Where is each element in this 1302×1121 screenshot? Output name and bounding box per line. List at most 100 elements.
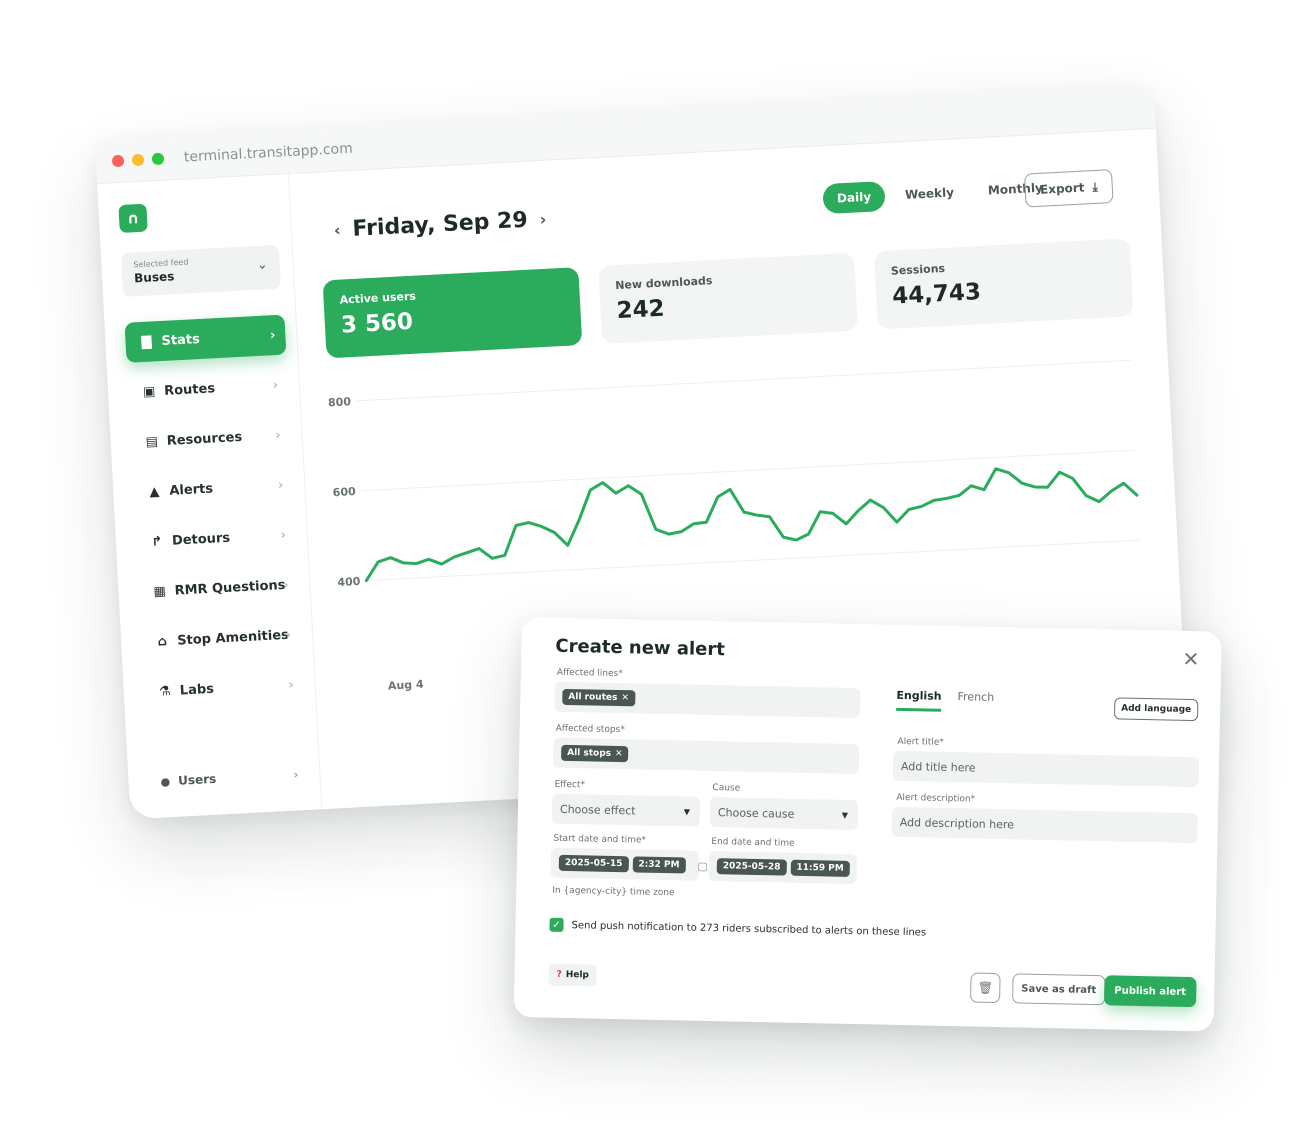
sidebar-nav: ▇ Stats › ▣ Routes › ▤ Resources › ▲ Alerts… (124, 314, 306, 723)
download-icon: ⤓ (1092, 179, 1099, 194)
tab-french[interactable]: French (957, 690, 994, 713)
stat-card-sessions: Sessions 44,743 (873, 238, 1134, 330)
affected-lines-field[interactable]: All routes ✕ (554, 681, 861, 719)
sidebar-item-labs[interactable]: ⚗ Labs › (143, 664, 305, 712)
bar-chart-icon: ▇ (141, 334, 152, 350)
stat-card-new-downloads: New downloads 242 (598, 252, 858, 344)
sidebar-item-label: Stats (161, 331, 201, 349)
publish-alert-button[interactable]: Publish alert (1103, 975, 1197, 1008)
sidebar-item-label: Routes (163, 380, 216, 399)
sidebar-item-label: Users (177, 771, 217, 788)
y-tick-label: 400 (337, 575, 361, 589)
start-datetime-field[interactable]: 2025-05-15 2:32 PM ▢ (550, 847, 708, 881)
end-date-chip[interactable]: 2025-05-28 (716, 858, 787, 876)
chevron-right-icon: › (272, 377, 279, 393)
close-window-dot[interactable] (111, 154, 125, 167)
end-time-chip[interactable]: 11:59 PM (790, 859, 850, 877)
tab-english[interactable]: English (896, 688, 942, 712)
route-chip[interactable]: All routes ✕ (562, 688, 636, 707)
start-time-chip[interactable]: 2:32 PM (632, 856, 686, 874)
gridline (361, 449, 1135, 492)
calendar-icon[interactable]: ▢ (697, 859, 708, 872)
chevron-right-icon: › (277, 477, 284, 493)
x-tick-label: Aug 4 (388, 678, 425, 693)
sidebar-item-stats[interactable]: ▇ Stats › (124, 314, 287, 363)
checkmark-icon[interactable]: ✓ (549, 917, 564, 932)
sidebar-item-routes[interactable]: ▣ Routes › (127, 364, 289, 412)
route-chip-label: All routes (568, 691, 618, 704)
language-tabs: English French (896, 688, 1010, 713)
remove-chip-icon[interactable]: ✕ (615, 749, 623, 759)
stat-cards: Active users 3 560 New downloads 242 Sessi… (322, 237, 1154, 359)
minimize-window-dot[interactable] (131, 153, 145, 166)
chevron-right-icon: › (282, 577, 289, 593)
sidebar-item-users[interactable]: ● Users › (148, 758, 309, 798)
close-icon[interactable]: ✕ (1182, 647, 1199, 671)
questionnaire-icon: ▦ (153, 583, 167, 600)
alert-description-input[interactable]: Add description here (891, 806, 1199, 844)
trash-icon: 🗑 (977, 980, 994, 995)
start-date-chip[interactable]: 2025-05-15 (558, 854, 629, 873)
remove-chip-icon[interactable]: ✕ (621, 693, 629, 703)
affected-stops-label: Affected stops* (555, 723, 625, 736)
create-alert-modal: Create new alert ✕ Affected lines* All r… (513, 617, 1222, 1032)
series-line (364, 467, 1139, 583)
effect-select[interactable]: Choose effect ▼ (551, 793, 701, 827)
date-navigator: ‹ Friday, Sep 29 › (321, 206, 559, 243)
caret-down-icon: ▼ (683, 806, 691, 817)
save-draft-button[interactable]: Save as draft (1012, 973, 1106, 1006)
warning-icon: ▲ (149, 483, 160, 500)
sidebar-item-rmr-questions[interactable]: ▦ RMR Questions › (138, 564, 300, 612)
prev-day-icon[interactable]: ‹ (333, 220, 341, 239)
sidebar: ∩ Selected feed Buses ⌄ ▇ Stats › ▣ Route… (97, 174, 323, 820)
start-datetime-label: Start date and time* (553, 833, 647, 846)
alert-title-input[interactable]: Add title here (892, 750, 1200, 788)
help-button-label: Help (565, 969, 590, 981)
tab-daily[interactable]: Daily (822, 180, 886, 215)
sidebar-item-label: Resources (166, 429, 243, 449)
sidebar-item-label: Labs (179, 681, 215, 699)
document-icon: ▤ (145, 433, 159, 450)
caret-down-icon: ▼ (841, 810, 849, 820)
detour-arrow-icon: ↱ (151, 533, 163, 550)
push-notification-checkbox[interactable]: ✓ Send push notification to 273 riders s… (549, 917, 926, 940)
gridline (366, 539, 1140, 582)
help-button[interactable]: ? Help (548, 963, 598, 987)
sidebar-item-label: RMR Questions (174, 577, 286, 599)
export-button-label: Export (1039, 180, 1085, 197)
add-language-button[interactable]: Add language (1113, 697, 1199, 722)
affected-lines-label: Affected lines* (556, 667, 623, 680)
tab-weekly[interactable]: Weekly (890, 177, 968, 211)
sidebar-item-stop-amenities[interactable]: ⌂ Stop Amenities › (140, 614, 302, 662)
affected-stops-field[interactable]: All stops ✕ (552, 737, 860, 775)
stop-chip[interactable]: All stops ✕ (560, 744, 629, 763)
end-datetime-field[interactable]: 2025-05-28 11:59 PM (708, 850, 858, 885)
page-title: Friday, Sep 29 (351, 207, 529, 242)
bus-icon: ▣ (142, 383, 156, 400)
maximize-window-dot[interactable] (151, 152, 165, 165)
effect-label: Effect* (554, 779, 585, 791)
stat-value: 44,743 (891, 279, 982, 310)
y-tick-label: 600 (332, 485, 356, 499)
person-icon: ● (160, 774, 171, 789)
timezone-note: In {agency-city} time zone (552, 885, 675, 899)
cause-select[interactable]: Choose cause ▼ (709, 796, 859, 831)
cause-label: Cause (712, 783, 741, 794)
chevron-down-icon: ⌄ (256, 257, 269, 273)
delete-button[interactable]: 🗑 (970, 972, 1001, 1004)
y-tick-label: 800 (328, 395, 352, 409)
chevron-right-icon: › (285, 627, 292, 643)
sidebar-item-detours[interactable]: ↱ Detours › (135, 514, 297, 562)
sidebar-item-resources[interactable]: ▤ Resources › (130, 414, 292, 462)
export-button[interactable]: Export ⤓ (1024, 169, 1114, 208)
next-day-icon[interactable]: › (539, 210, 547, 229)
modal-title: Create new alert (555, 635, 726, 661)
stop-chip-label: All stops (567, 747, 612, 759)
transit-logo-icon[interactable]: ∩ (118, 203, 148, 234)
sidebar-item-alerts[interactable]: ▲ Alerts › (132, 464, 294, 512)
stage: terminal.transitapp.com ∩ Selected feed … (0, 0, 1302, 1121)
address-bar-url[interactable]: terminal.transitapp.com (184, 140, 354, 165)
bench-icon: ⌂ (157, 633, 168, 650)
feed-selector[interactable]: Selected feed Buses ⌄ (120, 244, 281, 297)
sidebar-item-label: Stop Amenities (176, 627, 290, 649)
